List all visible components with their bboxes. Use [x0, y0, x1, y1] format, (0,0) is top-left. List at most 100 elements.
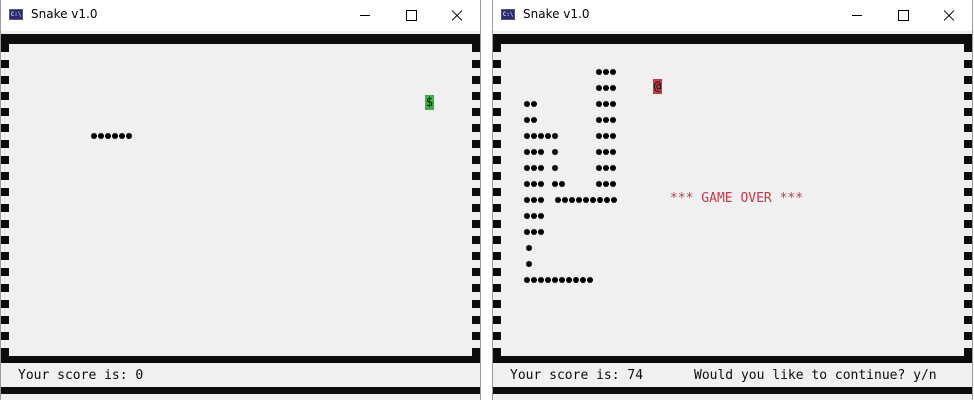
- maximize-icon: [898, 10, 909, 21]
- snake-segment: [526, 261, 532, 267]
- snake-segment: [538, 181, 544, 187]
- snake-segment: [566, 277, 572, 283]
- snake-segment: [524, 181, 530, 187]
- snake-segment: [603, 149, 609, 155]
- snake-segment: [552, 133, 558, 139]
- snake-segment: [559, 277, 565, 283]
- snake-segment: [555, 197, 561, 203]
- snake-segment: [610, 181, 616, 187]
- close-button[interactable]: [926, 0, 972, 31]
- wall-top: [1, 37, 480, 44]
- snake-segment: [524, 165, 530, 171]
- wall-left: [1, 44, 9, 356]
- minimize-icon: [360, 15, 370, 16]
- snake-segment: [603, 181, 609, 187]
- snake-segment: [531, 149, 537, 155]
- snake-segment: [524, 197, 530, 203]
- snake-segment: [126, 133, 132, 139]
- snake-segment: [524, 117, 530, 123]
- minimize-icon: [852, 15, 862, 16]
- snake-segment: [596, 85, 602, 91]
- snake-segment: [105, 133, 111, 139]
- snake-segment: [603, 117, 609, 123]
- snake-segment: [596, 165, 602, 171]
- game-window-right: C:\ Snake v1.0 @ *** GAME OVER *** Your …: [492, 0, 973, 400]
- snake-segment: [112, 133, 118, 139]
- score-text: Your score is: 0: [18, 368, 144, 383]
- minimize-button[interactable]: [834, 0, 880, 31]
- snake-segment: [531, 229, 537, 235]
- snake-segment: [610, 149, 616, 155]
- snake-segment: [91, 133, 97, 139]
- snake-segment: [538, 149, 544, 155]
- snake-segment: [119, 133, 125, 139]
- snake-segment: [538, 277, 544, 283]
- snake-segment: [573, 277, 579, 283]
- snake-segment: [531, 213, 537, 219]
- wall-right: [964, 44, 972, 356]
- snake-segment: [552, 277, 558, 283]
- snake-segment: [597, 197, 603, 203]
- snake-segment: [583, 197, 589, 203]
- snake-segment: [538, 213, 544, 219]
- snake-segment: [545, 277, 551, 283]
- snake-segment: [576, 197, 582, 203]
- snake-segment: [596, 181, 602, 187]
- snake-segment: [604, 197, 610, 203]
- snake-segment: [531, 101, 537, 107]
- status-bottom-bar: [493, 387, 972, 394]
- snake-segment: [531, 197, 537, 203]
- snake-segment: [552, 149, 558, 155]
- status-bottom-bar: [1, 387, 480, 394]
- snake-segment: [524, 101, 530, 107]
- maximize-icon: [406, 10, 417, 21]
- snake-segment: [610, 69, 616, 75]
- minimize-button[interactable]: [342, 0, 388, 31]
- score-text: Your score is: 74: [510, 368, 644, 383]
- snake-segment: [524, 277, 530, 283]
- snake-segment: [538, 133, 544, 139]
- snake-segment: [596, 101, 602, 107]
- title-bar[interactable]: C:\ Snake v1.0: [1, 0, 480, 31]
- snake-segment: [603, 133, 609, 139]
- snake-segment: [611, 197, 617, 203]
- wall-left: [493, 44, 501, 356]
- snake-segment: [538, 165, 544, 171]
- snake-segment: [590, 197, 596, 203]
- maximize-button[interactable]: [880, 0, 926, 31]
- snake-segment: [610, 165, 616, 171]
- snake-segment: [552, 181, 558, 187]
- window-title: Snake v1.0: [31, 7, 98, 21]
- snake-segment: [603, 85, 609, 91]
- snake-segment: [538, 197, 544, 203]
- wall-right: [472, 44, 480, 356]
- snake-segment: [524, 213, 530, 219]
- console-app-icon: C:\: [501, 9, 515, 20]
- snake-segment: [610, 133, 616, 139]
- window-title: Snake v1.0: [523, 7, 590, 21]
- snake-segment: [596, 69, 602, 75]
- game-window-left: C:\ Snake v1.0 $ Your score is: 0: [0, 0, 481, 400]
- snake-segment: [524, 133, 530, 139]
- maximize-button[interactable]: [388, 0, 434, 31]
- title-bar[interactable]: C:\ Snake v1.0: [493, 0, 972, 31]
- snake-segment: [98, 133, 104, 139]
- snake-segment: [587, 277, 593, 283]
- snake-segment: [531, 133, 537, 139]
- food-at: @: [653, 79, 662, 94]
- snake-segment: [538, 229, 544, 235]
- snake-segment: [603, 165, 609, 171]
- snake-segment: [559, 181, 565, 187]
- continue-prompt: Would you like to continue? y/n: [694, 368, 937, 383]
- snake-segment: [596, 133, 602, 139]
- close-button[interactable]: [434, 0, 480, 31]
- snake-segment: [531, 165, 537, 171]
- snake-segment: [524, 229, 530, 235]
- food-dollar: $: [425, 95, 434, 110]
- snake-segment: [610, 101, 616, 107]
- wall-bottom: [1, 356, 480, 363]
- snake-segment: [545, 133, 551, 139]
- game-board: [9, 44, 472, 356]
- snake-segment: [603, 101, 609, 107]
- snake-segment: [580, 277, 586, 283]
